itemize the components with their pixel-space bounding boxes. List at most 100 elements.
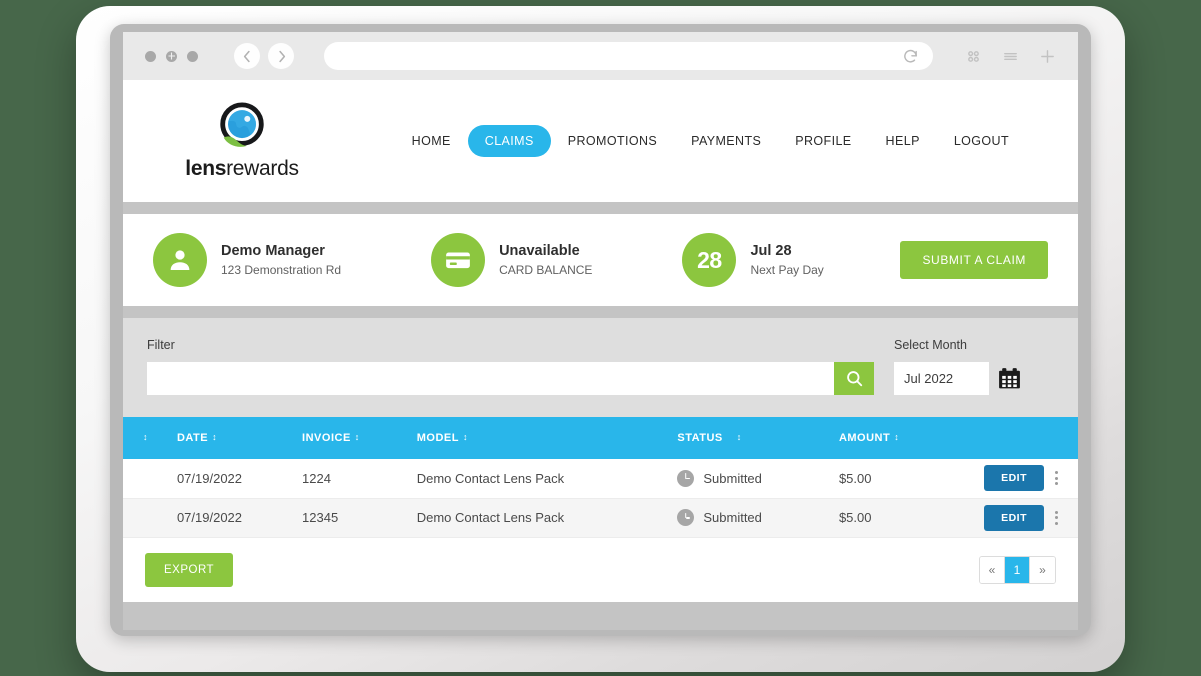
pagination-page-1[interactable]: 1	[1005, 557, 1030, 583]
filter-input[interactable]	[147, 362, 834, 395]
chrome-action-icons	[965, 48, 1056, 65]
section-divider-2	[123, 306, 1078, 318]
col-amount[interactable]: AMOUNT ↕	[833, 417, 963, 459]
brand-wordmark: lensrewards	[185, 157, 298, 181]
row-date: 07/19/2022	[171, 459, 296, 498]
user-name: Demo Manager	[221, 242, 341, 262]
forward-button[interactable]	[268, 43, 294, 69]
col-invoice[interactable]: INVOICE↕	[296, 417, 411, 459]
nav-item-help[interactable]: HELP	[869, 125, 937, 157]
claims-table-body: 07/19/2022 1224 Demo Contact Lens Pack S…	[123, 459, 1078, 537]
col-select[interactable]: ↕	[123, 417, 171, 459]
close-window-dot[interactable]	[145, 51, 156, 62]
plus-icon[interactable]	[1039, 48, 1056, 65]
month-label: Select Month	[894, 338, 1054, 352]
hamburger-menu-icon[interactable]	[1002, 48, 1019, 65]
maximize-window-dot[interactable]	[187, 51, 198, 62]
row-model: Demo Contact Lens Pack	[411, 498, 672, 537]
col-status-label: STATUS	[677, 432, 722, 444]
kebab-menu-icon[interactable]	[1053, 469, 1060, 487]
clock-icon	[677, 509, 694, 526]
lens-eye-logo	[215, 101, 269, 155]
search-icon	[845, 369, 864, 388]
col-amount-label: AMOUNT	[839, 432, 890, 444]
account-summary-bar: Demo Manager 123 Demonstration Rd Unavai…	[123, 214, 1078, 306]
col-model-label: MODEL	[417, 432, 459, 444]
submit-claim-button[interactable]: SUBMIT A CLAIM	[900, 241, 1048, 279]
browser-window: lensrewards HOME CLAIMS PROMOTIONS PAYME…	[123, 32, 1078, 630]
nav-item-claims[interactable]: CLAIMS	[468, 125, 551, 157]
edit-button[interactable]: EDIT	[984, 465, 1044, 491]
payday-label: Next Pay Day	[750, 262, 823, 278]
filter-panel: Filter Select Month	[123, 318, 1078, 417]
row-amount: $5.00	[833, 498, 963, 537]
edit-button[interactable]: EDIT	[984, 505, 1044, 531]
filter-search-group: Filter	[147, 338, 874, 395]
search-button[interactable]	[834, 362, 874, 395]
row-status-cell: Submitted	[671, 459, 833, 498]
person-icon	[153, 233, 207, 287]
sort-model-icon: ↕	[463, 433, 468, 442]
window-controls[interactable]	[145, 51, 198, 62]
month-input[interactable]	[894, 362, 989, 395]
brand-name-bold: lens	[185, 157, 226, 180]
sort-status-icon: ↕	[737, 433, 742, 442]
col-status[interactable]: STATUS ↕	[671, 417, 833, 459]
credit-card-icon	[431, 233, 485, 287]
col-invoice-label: INVOICE	[302, 432, 351, 444]
col-model[interactable]: MODEL ↕	[411, 417, 672, 459]
table-footer: EXPORT « 1 »	[123, 538, 1078, 602]
payday-block: 28 Jul 28 Next Pay Day	[682, 233, 823, 287]
header-row: ↕ DATE ↕ INVOICE↕ MODEL ↕ STATUS ↕ AMOUNT ↕	[123, 417, 1078, 459]
table-row[interactable]: 07/19/2022 1224 Demo Contact Lens Pack S…	[123, 459, 1078, 498]
card-balance-label: CARD BALANCE	[499, 262, 592, 278]
col-date[interactable]: DATE ↕	[171, 417, 296, 459]
row-date: 07/19/2022	[171, 498, 296, 537]
sort-select-icon: ↕	[143, 433, 148, 442]
card-balance-value: Unavailable	[499, 242, 592, 262]
row-actions-cell: EDIT	[963, 498, 1078, 537]
row-status-label: Submitted	[703, 471, 762, 486]
claims-table: ↕ DATE↕ INVOICE↕ MODEL↕ STATUS↕ AMOUNT↕ …	[123, 417, 1078, 538]
user-address: 123 Demonstration Rd	[221, 262, 341, 278]
table-row[interactable]: 07/19/2022 12345 Demo Contact Lens Pack …	[123, 498, 1078, 537]
month-select-group: Select Month	[894, 338, 1054, 395]
row-select-cell[interactable]	[123, 459, 171, 498]
row-status-label: Submitted	[703, 510, 762, 525]
sort-date-icon: ↕	[212, 433, 217, 442]
nav-item-profile[interactable]: PROFILE	[778, 125, 868, 157]
minimize-window-dot[interactable]	[166, 51, 177, 62]
nav-item-promotions[interactable]: PROMOTIONS	[551, 125, 674, 157]
brand-name-light: rewards	[226, 157, 299, 180]
claims-table-header: ↕ DATE ↕ INVOICE↕ MODEL ↕ STATUS ↕ AMOUNT ↕	[123, 417, 1078, 459]
row-status-cell: Submitted	[671, 498, 833, 537]
address-bar[interactable]	[324, 42, 933, 70]
nav-buttons	[234, 43, 294, 69]
row-model: Demo Contact Lens Pack	[411, 459, 672, 498]
calendar-icon[interactable]	[997, 366, 1022, 391]
site-header: lensrewards HOME CLAIMS PROMOTIONS PAYME…	[123, 80, 1078, 202]
card-balance-block: Unavailable CARD BALANCE	[431, 233, 592, 287]
nav-item-home[interactable]: HOME	[395, 125, 468, 157]
back-button[interactable]	[234, 43, 260, 69]
pagination-first[interactable]: «	[980, 557, 1005, 583]
row-invoice: 12345	[296, 498, 411, 537]
nav-item-payments[interactable]: PAYMENTS	[674, 125, 778, 157]
row-select-cell[interactable]	[123, 498, 171, 537]
sort-amount-icon: ↕	[894, 433, 899, 442]
pagination: « 1 »	[979, 556, 1056, 584]
kebab-menu-icon[interactable]	[1053, 509, 1060, 527]
account-user-block: Demo Manager 123 Demonstration Rd	[153, 233, 341, 287]
brand-logo[interactable]: lensrewards	[167, 101, 317, 181]
app-page: lensrewards HOME CLAIMS PROMOTIONS PAYME…	[123, 80, 1078, 630]
col-date-label: DATE	[177, 432, 208, 444]
browser-toolbar	[123, 32, 1078, 80]
grid-tabs-icon[interactable]	[965, 48, 982, 65]
reload-icon[interactable]	[902, 48, 919, 65]
export-button[interactable]: EXPORT	[145, 553, 233, 587]
row-invoice: 1224	[296, 459, 411, 498]
nav-item-logout[interactable]: LOGOUT	[937, 125, 1026, 157]
clock-icon	[677, 470, 694, 487]
pagination-last[interactable]: »	[1030, 557, 1055, 583]
filter-label: Filter	[147, 338, 874, 352]
